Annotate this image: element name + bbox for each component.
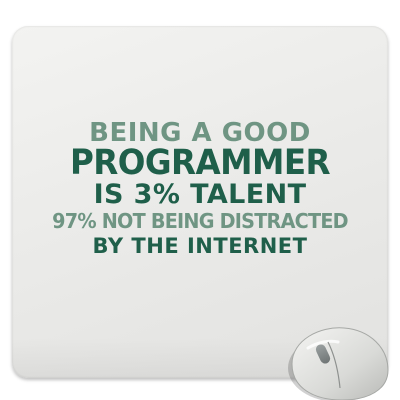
slogan-line-2: PROGRAMMER [69, 143, 331, 183]
computer-mouse [288, 327, 389, 400]
slogan-line-3: IS 3% TALENT [93, 179, 307, 210]
slogan-line-5: BY THE INTERNET [92, 234, 308, 258]
slogan-line-4: 97% NOT BEING DISTRACTED [52, 209, 348, 233]
